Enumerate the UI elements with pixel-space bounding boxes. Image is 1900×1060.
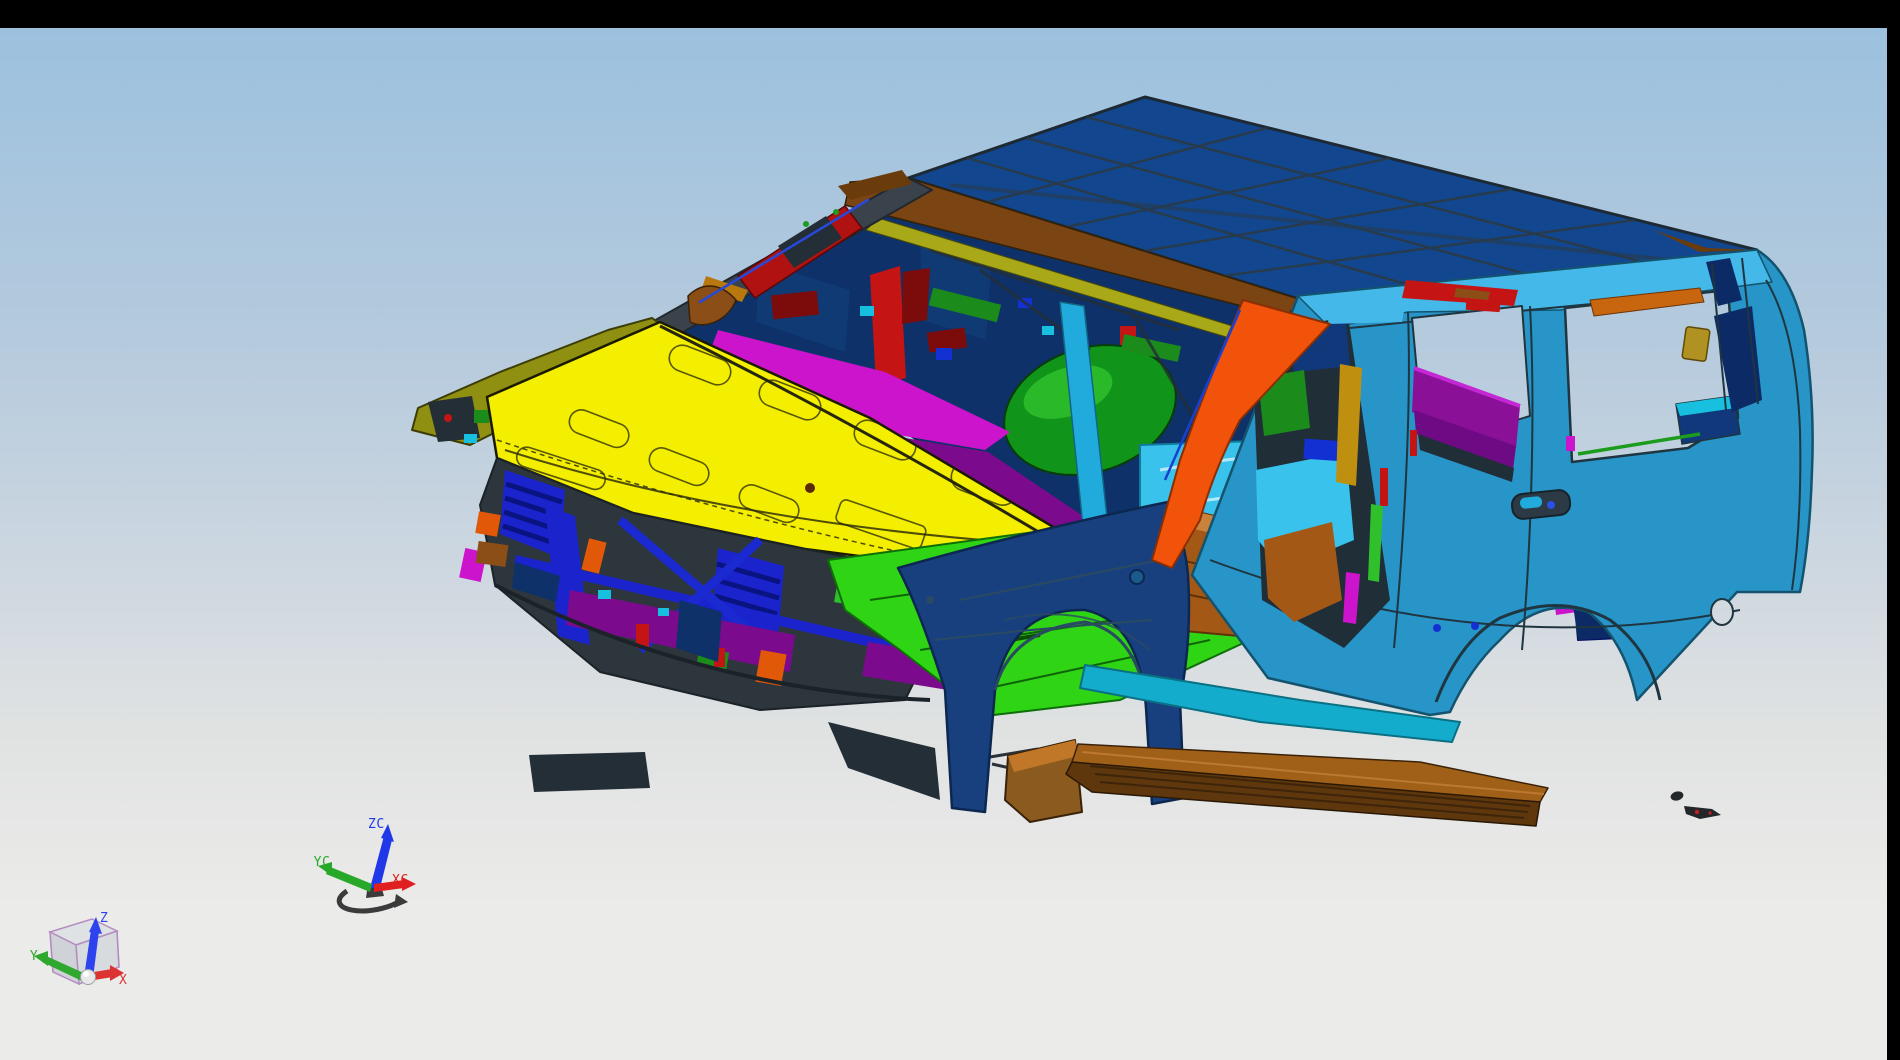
rivet-dot: [1471, 622, 1479, 630]
viewport-3d[interactable]: ZC YC XC Z Y X: [0, 0, 1900, 1060]
x-label: X: [119, 973, 127, 988]
debris-red-dot: [1695, 810, 1699, 814]
zc-label: ZC: [368, 817, 385, 832]
origin-ball-highlight: [83, 971, 89, 977]
y-label: Y: [30, 949, 38, 964]
rear-notch-hole: [1711, 599, 1733, 625]
debris-red-dot: [1708, 811, 1711, 814]
z-label: Z: [100, 911, 108, 926]
xc-label: XC: [392, 873, 409, 888]
door-handle[interactable]: [1511, 489, 1571, 520]
top-chrome-bar: [0, 0, 1900, 28]
front-lower-box: [529, 752, 650, 792]
rivet-dot: [1433, 624, 1441, 632]
right-chrome-bar: [1887, 0, 1900, 1060]
gold-plate: [1682, 326, 1710, 361]
quarter-window[interactable]: [1565, 288, 1740, 462]
cad-application-window: ZC YC XC Z Y X: [0, 0, 1900, 1060]
yc-label: YC: [314, 855, 331, 870]
origin-ball: [81, 970, 96, 985]
